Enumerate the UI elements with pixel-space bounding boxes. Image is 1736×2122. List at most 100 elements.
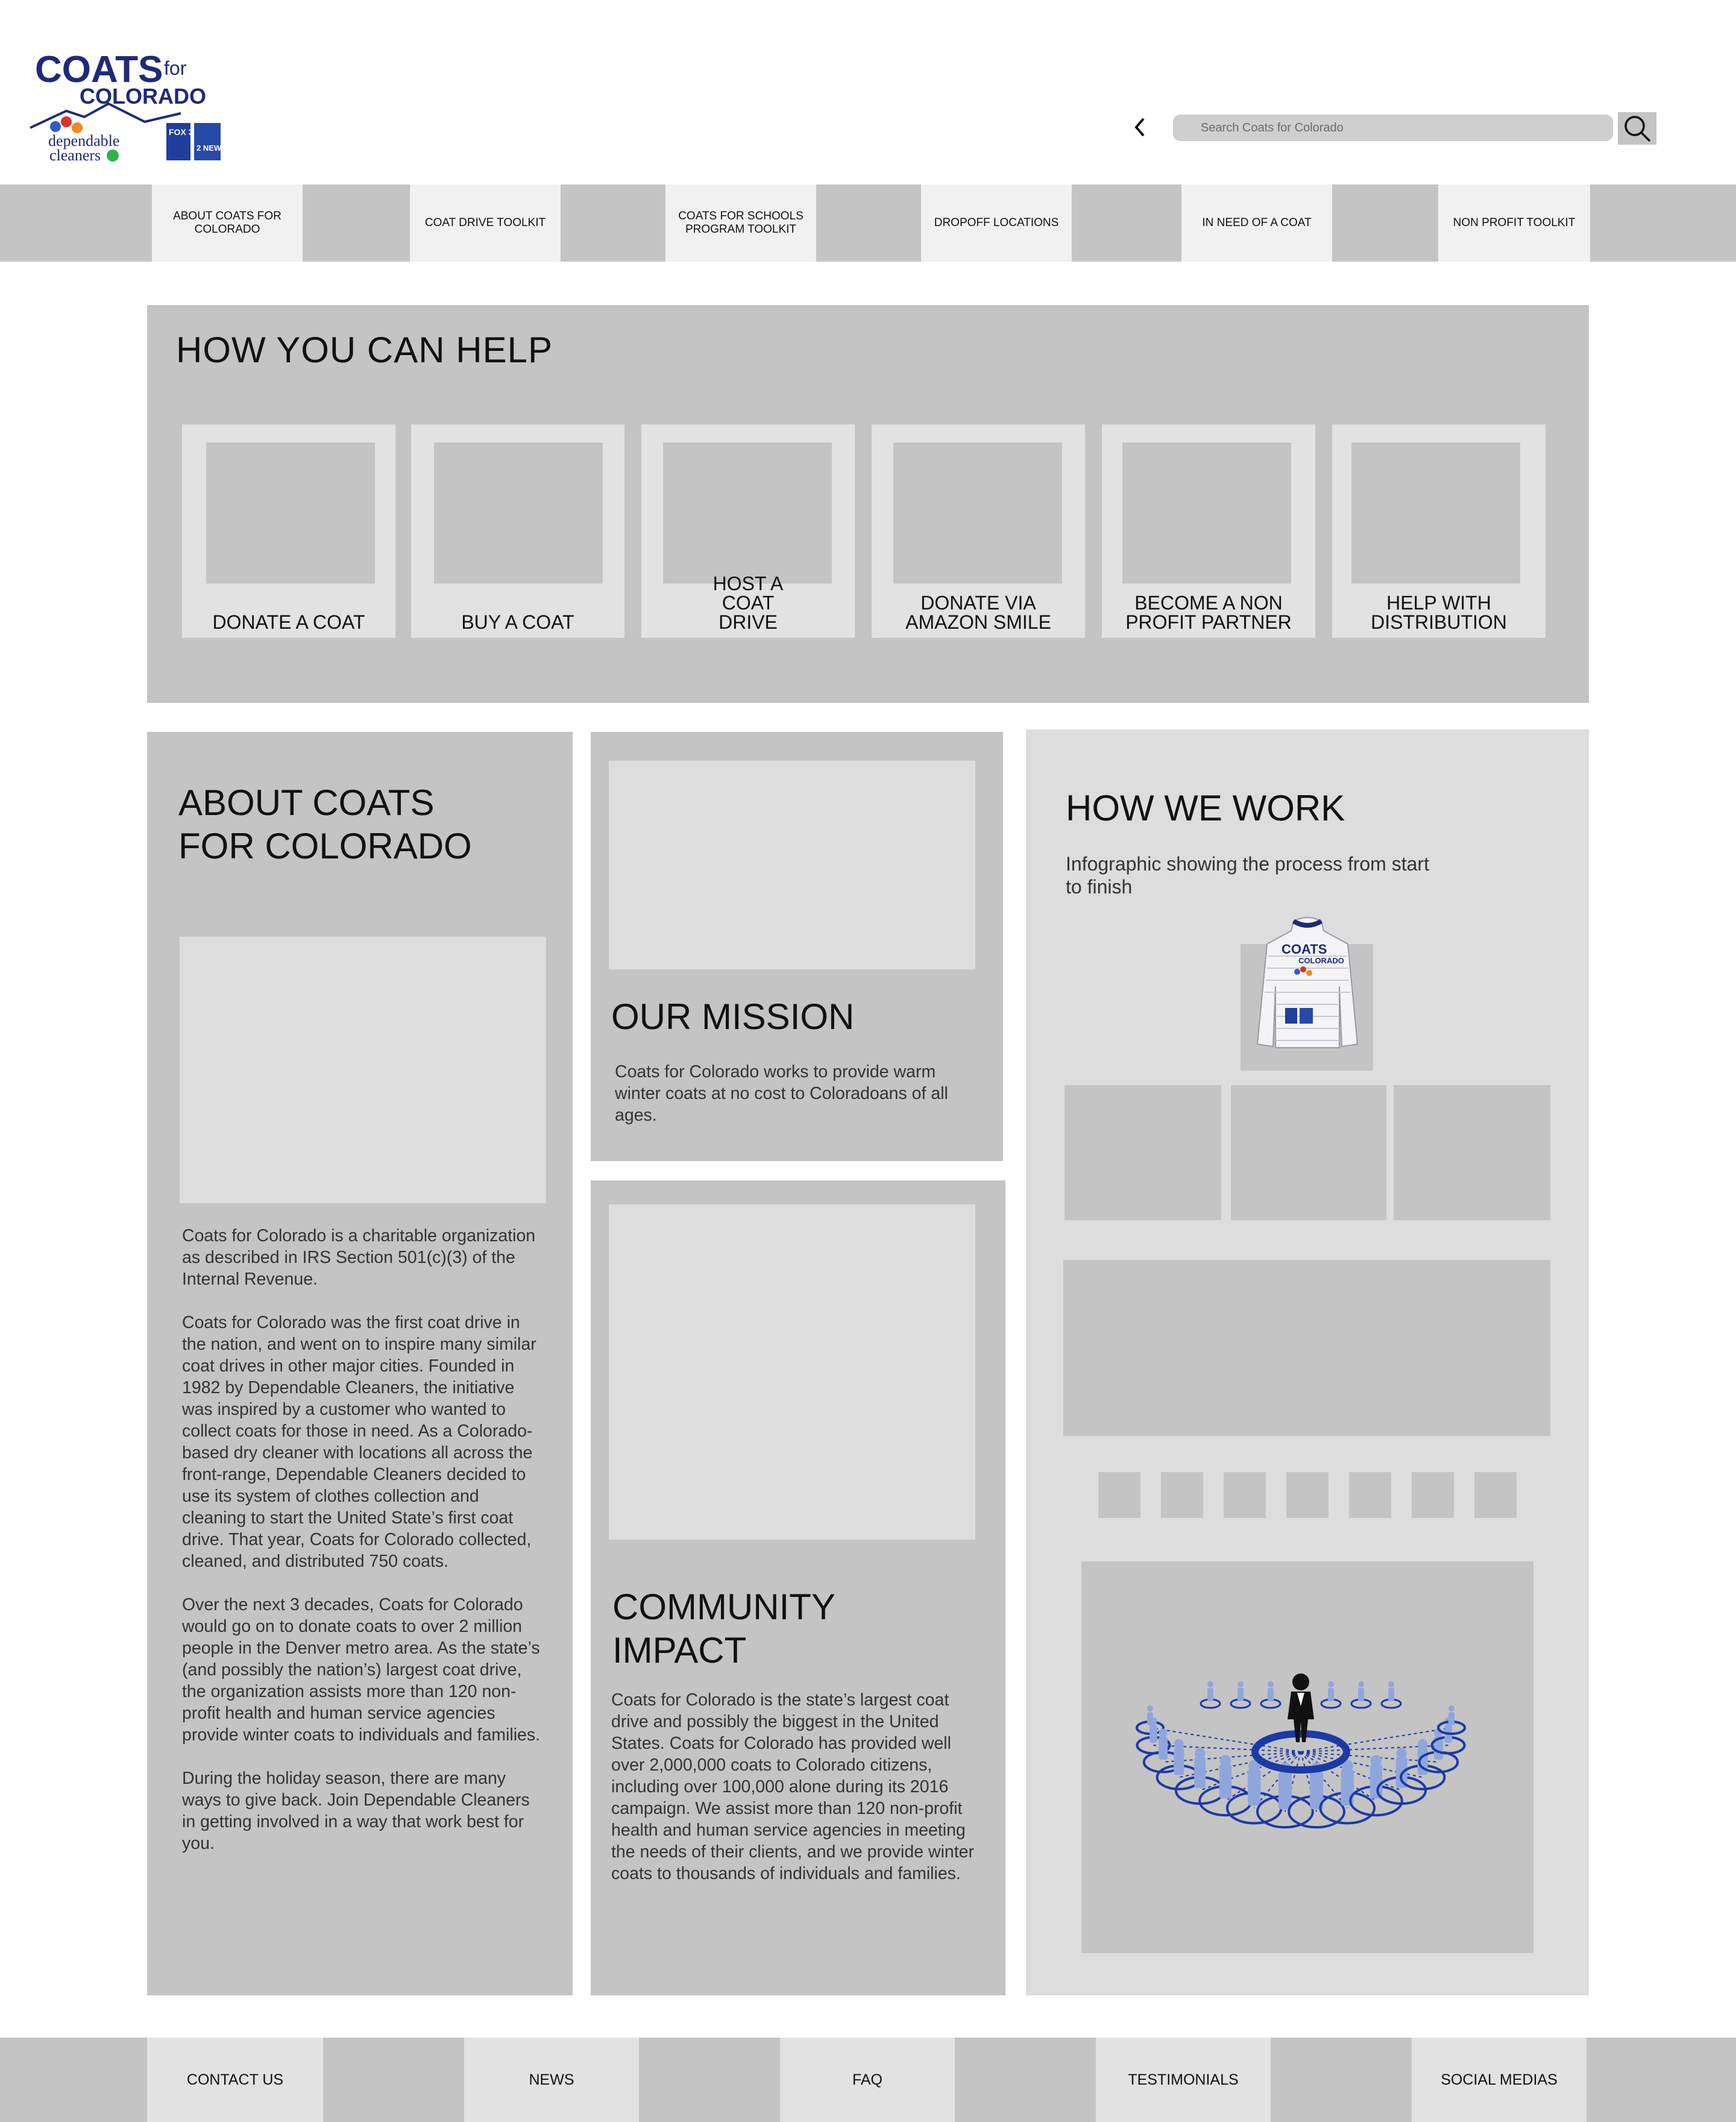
person-icon [1341,1769,1354,1806]
card-image-placeholder [663,442,832,584]
person-icon [1268,1681,1274,1687]
jacket-logo-text: COATS [1282,942,1327,957]
channel2-logo [194,123,221,160]
person-icon [1358,1681,1364,1687]
nav-item-about[interactable]: ABOUT COATS FOR COLORADO [152,184,303,262]
about-title: ABOUT COATS FOR COLORADO [178,782,472,866]
help-card-distribution[interactable]: HELP WITH DISTRIBUTION [1332,424,1546,638]
footer-contact-us[interactable]: CONTACT US [147,2038,323,2122]
help-card-donate[interactable]: DONATE A COAT [182,424,395,638]
logo-text-cleaners: cleaners [49,146,101,164]
person-icon [1268,1688,1274,1701]
person-icon [1159,1728,1168,1737]
person-icon [1328,1681,1334,1687]
card-image-placeholder [893,442,1062,584]
about-image-placeholder [180,937,546,1203]
person-icon [1328,1688,1334,1701]
person-icon [1149,1724,1157,1743]
how-we-work-title: HOW WE WORK [1066,788,1345,828]
how-we-work-subtitle: Infographic showing the process from sta… [1066,853,1429,898]
process-thumbnail[interactable] [1412,1472,1454,1518]
card-label: DONATE A COAT [212,611,365,633]
network-link [1300,1727,1452,1752]
process-banner-image [1063,1260,1550,1436]
process-thumbnail[interactable] [1286,1472,1329,1518]
person-icon [1207,1688,1213,1701]
person-icon [1388,1688,1394,1701]
logo-text-colorado: COLORADO [80,84,206,109]
jacket-icon: COATS COLORADO [1256,917,1359,1048]
person-icon [1278,1772,1292,1810]
person-icon [1388,1681,1394,1687]
card-label: BECOME A NON PROFIT PARTNER [1125,592,1292,633]
person-icon [1358,1688,1364,1701]
person-icon [1248,1769,1261,1806]
mission-title: OUR MISSION [611,996,855,1037]
back-button[interactable] [1125,112,1155,142]
nav-item-nonprofit-toolkit[interactable]: NON PROFIT TOOLKIT [1438,184,1590,262]
card-label: BUY A COAT [461,611,574,633]
network-link [1149,1727,1301,1752]
help-card-partner[interactable]: BECOME A NON PROFIT PARTNER [1102,424,1315,638]
process-step-image [1394,1085,1550,1220]
search-icon [1624,116,1651,142]
search-input[interactable] [1173,115,1613,141]
nav-item-dropoff-locations[interactable]: DROPOFF LOCATIONS [921,184,1072,262]
nav-item-schools-toolkit[interactable]: COATS FOR SCHOOLS PROGRAM TOOLKIT [665,184,816,262]
logo-text-for: for [164,57,187,79]
person-icon [1147,1705,1153,1711]
button-icon [61,116,72,127]
process-thumbnail[interactable] [1161,1472,1203,1518]
person-icon [1174,1739,1184,1749]
person-icon [1159,1736,1168,1760]
button-icon [107,150,119,162]
card-label: DONATE VIA AMAZON SMILE [905,592,1051,633]
impact-text: Coats for Colorado is the state’s larges… [611,1690,975,1883]
impact-title: COMMUNITY IMPACT [612,1587,835,1670]
process-step-image [1231,1085,1386,1220]
person-icon [1448,1705,1455,1711]
card-image-placeholder [434,442,603,584]
button-icon [50,121,61,132]
nav-item-coat-drive-toolkit[interactable]: COAT DRIVE TOOLKIT [410,184,561,262]
person-icon [1174,1747,1184,1775]
person-icon [1149,1717,1157,1725]
process-thumbnail[interactable] [1224,1472,1266,1518]
person-icon [1370,1764,1383,1799]
card-image-placeholder [1351,442,1520,584]
about-text: Coats for Colorado is a charitable organ… [182,1226,541,1853]
card-image-placeholder [1122,442,1291,584]
person-icon [1194,1757,1206,1789]
mission-image-placeholder [609,761,975,969]
help-card-host[interactable]: HOST A COAT DRIVE [641,424,855,638]
process-thumbnail[interactable] [1349,1472,1391,1518]
help-title: HOW YOU CAN HELP [176,330,553,370]
person-icon [1448,1712,1455,1725]
jacket-logo-subtext: COLORADO [1298,956,1344,965]
search-button[interactable] [1618,112,1656,145]
process-thumbnail[interactable] [1098,1472,1140,1518]
person-icon [1418,1739,1428,1749]
help-card-amazon[interactable]: DONATE VIA AMAZON SMILE [872,424,1085,638]
card-image-placeholder [206,442,375,584]
footer-news[interactable]: NEWS [464,2038,639,2122]
card-label: HOST A COAT DRIVE [712,573,784,633]
card-label: HELP WITH DISTRIBUTION [1371,592,1507,633]
fox31-logo-text: FOX 31 [169,127,198,137]
help-card-buy[interactable]: BUY A COAT [411,424,624,638]
process-step-image [1065,1085,1221,1220]
footer-social-medias[interactable]: SOCIAL MEDIAS [1412,2038,1587,2122]
channel2-logo-text: 2 NEWS [197,143,227,153]
nav-item-need-coat[interactable]: IN NEED OF A COAT [1181,184,1332,262]
person-icon [1219,1764,1232,1799]
footer-faq[interactable]: FAQ [780,2038,955,2122]
coats-for-colorado-logo[interactable]: COATS for COLORADO dependable cleaners F… [24,49,229,170]
person-icon [1238,1681,1244,1687]
process-thumbnail[interactable] [1474,1472,1517,1518]
footer-testimonials[interactable]: TESTIMONIALS [1096,2038,1271,2122]
mission-text: Coats for Colorado works to provide warm… [615,1062,948,1125]
chevron-left-icon [1134,118,1145,137]
person-icon [1238,1688,1244,1701]
person-icon [1207,1681,1213,1687]
community-network-icon [1136,1673,1466,1829]
